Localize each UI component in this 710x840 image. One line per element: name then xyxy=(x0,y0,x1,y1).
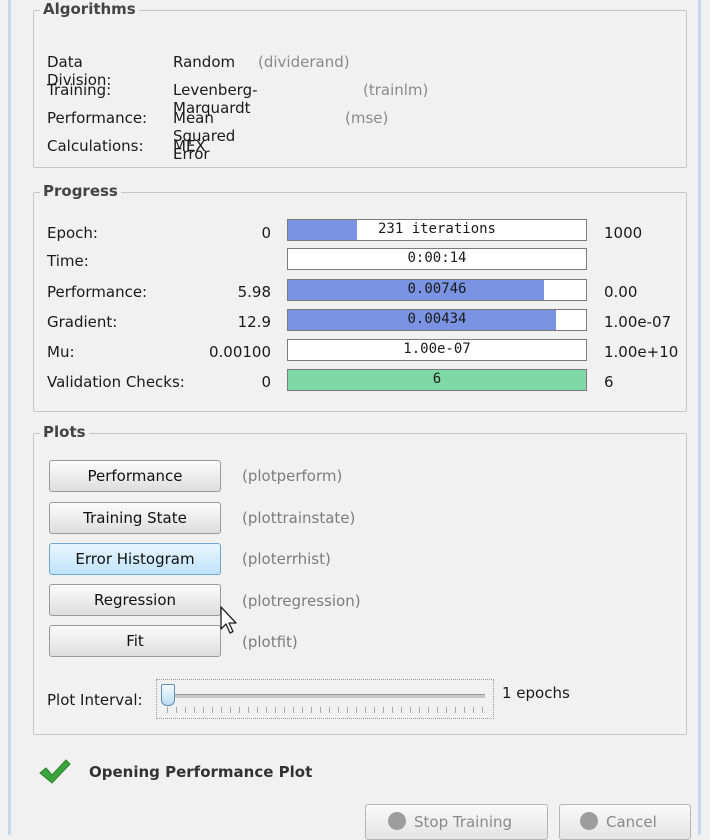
plots-title: Plots xyxy=(40,423,89,441)
gradient-bar-text: 0.00434 xyxy=(407,311,467,327)
epoch-bar: 231 iterations xyxy=(287,219,587,241)
progress-start: 0 xyxy=(261,373,271,391)
progress-end: 0.00 xyxy=(604,283,638,301)
progress-label: Gradient: xyxy=(47,313,118,331)
progress-start: 12.9 xyxy=(237,313,271,331)
stop-training-label: Stop Training xyxy=(414,813,513,831)
progress-label: Performance: xyxy=(47,283,148,301)
progress-label: Epoch: xyxy=(47,224,98,242)
progress-start: 0.00100 xyxy=(208,343,271,361)
progress-label: Validation Checks: xyxy=(47,373,185,391)
validation-bar: 6 xyxy=(287,369,587,391)
time-bar: 0:00:14 xyxy=(287,248,587,270)
algorithms-panel: Algorithms Data Division: Random (divide… xyxy=(33,0,687,168)
performance-bar: 0.00746 xyxy=(287,279,587,301)
plot-fn-label: (plotperform) xyxy=(242,467,343,485)
fit-plot-button[interactable]: Fit xyxy=(49,625,221,657)
performance-bar-text: 0.00746 xyxy=(407,281,467,297)
regression-plot-button[interactable]: Regression xyxy=(49,584,221,616)
mu-bar: 1.00e-07 xyxy=(287,339,587,361)
performance-plot-button[interactable]: Performance xyxy=(49,460,221,492)
mu-bar-text: 1.00e-07 xyxy=(403,341,471,357)
progress-start: 5.98 xyxy=(237,283,271,301)
mouse-cursor-icon xyxy=(220,606,237,634)
error-histogram-plot-button[interactable]: Error Histogram xyxy=(49,543,221,575)
plot-fn-label: (plotregression) xyxy=(242,592,361,610)
algo-label: Training: xyxy=(47,81,112,99)
progress-end: 1.00e+10 xyxy=(604,343,679,361)
algo-value: MEX xyxy=(173,137,206,155)
cancel-label: Cancel xyxy=(606,813,657,831)
progress-label: Mu: xyxy=(47,343,75,361)
plot-interval-value: 1 epochs xyxy=(502,684,570,702)
plot-fn-label: (plotfit) xyxy=(242,633,298,651)
window-border-left xyxy=(8,0,11,835)
slider-thumb[interactable] xyxy=(161,684,175,706)
progress-end: 1.00e-07 xyxy=(604,313,672,331)
algo-fn: (trainlm) xyxy=(363,81,429,99)
plot-fn-label: (plottrainstate) xyxy=(242,509,356,527)
epoch-bar-text: 231 iterations xyxy=(377,221,496,237)
check-icon xyxy=(39,759,71,784)
progress-start: 0 xyxy=(261,224,271,242)
plot-fn-label: (ploterrhist) xyxy=(242,550,331,568)
algo-label: Calculations: xyxy=(47,137,144,155)
progress-label: Time: xyxy=(47,252,89,270)
algorithms-title: Algorithms xyxy=(40,0,139,18)
slider-ticks xyxy=(167,707,483,713)
plot-interval-label: Plot Interval: xyxy=(47,691,143,709)
time-bar-text: 0:00:14 xyxy=(407,250,467,266)
validation-bar-text: 6 xyxy=(432,371,442,387)
algo-fn: (dividerand) xyxy=(258,53,350,71)
plot-interval-slider[interactable] xyxy=(156,679,494,719)
progress-panel: Progress Epoch: 0 231 iterations 1000 Ti… xyxy=(33,182,687,412)
plots-panel: Plots Performance (plotperform) Training… xyxy=(33,423,687,735)
stop-icon xyxy=(388,811,406,830)
algo-value: Random xyxy=(173,53,236,71)
slider-track xyxy=(165,694,485,698)
cancel-icon xyxy=(580,811,598,830)
training-state-plot-button[interactable]: Training State xyxy=(49,502,221,534)
window-border-right xyxy=(698,0,701,835)
gradient-bar: 0.00434 xyxy=(287,309,587,331)
status-text: Opening Performance Plot xyxy=(89,763,313,781)
progress-title: Progress xyxy=(40,182,121,200)
algo-fn: (mse) xyxy=(345,109,389,127)
progress-end: 6 xyxy=(604,373,614,391)
progress-end: 1000 xyxy=(604,224,643,242)
algo-label: Performance: xyxy=(47,109,148,127)
